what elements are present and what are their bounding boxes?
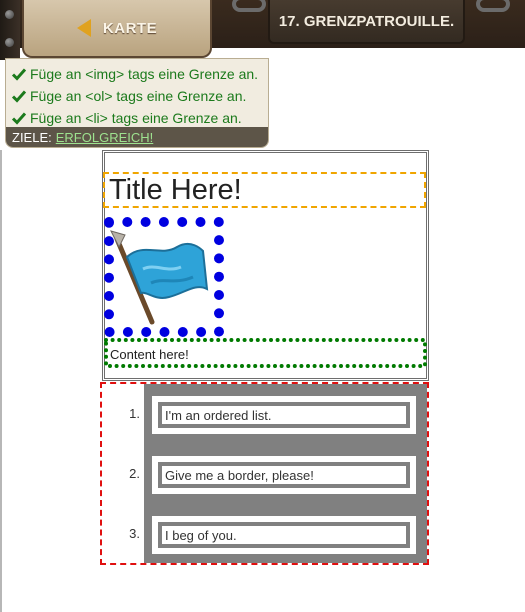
flag-image bbox=[103, 217, 227, 337]
list-item-text: Give me a border, please! bbox=[162, 466, 406, 484]
frame-left-edge bbox=[0, 0, 20, 60]
rivet-icon bbox=[5, 38, 14, 47]
map-button-label: KARTE bbox=[102, 19, 158, 37]
page-title: Title Here! bbox=[103, 172, 426, 208]
back-arrow-icon bbox=[76, 19, 91, 37]
chain-icon bbox=[476, 0, 510, 12]
checkmark-icon bbox=[12, 68, 26, 81]
list-item: 1. I'm an ordered list. bbox=[102, 384, 427, 444]
list-item-text: I beg of you. bbox=[162, 526, 406, 544]
scrollbar-track[interactable] bbox=[0, 150, 2, 612]
goals-footer-label: ZIELE: bbox=[12, 129, 52, 145]
goals-status-bar: ZIELE: ERFOLGREICH! bbox=[6, 127, 268, 147]
level-title-plate: 17. GRENZPATROUILLE. bbox=[268, 0, 465, 44]
list-item: 3. I beg of you. bbox=[102, 504, 427, 564]
goal-text: Füge an <img> tags eine Grenze an. bbox=[30, 66, 259, 82]
goal-item: Füge an <img> tags eine Grenze an. bbox=[6, 63, 268, 85]
checkmark-icon bbox=[12, 112, 26, 125]
rivet-icon bbox=[5, 10, 14, 19]
ordered-list: 1. I'm an ordered list. 2. Give me a bor… bbox=[100, 382, 429, 565]
content-text: Content here! bbox=[110, 347, 189, 362]
goal-item: Füge an <ol> tags eine Grenze an. bbox=[6, 85, 268, 107]
list-item-number: 3. bbox=[129, 526, 140, 541]
list-item-number: 2. bbox=[129, 466, 140, 481]
list-item-box: I'm an ordered list. bbox=[152, 396, 416, 434]
map-button[interactable]: KARTE bbox=[22, 0, 212, 58]
preview-page: Title Here! Content here! bbox=[102, 150, 429, 381]
goal-text: Füge an <ol> tags eine Grenze an. bbox=[30, 88, 247, 104]
list-item-number: 1. bbox=[129, 406, 140, 421]
checkmark-icon bbox=[12, 90, 26, 103]
chain-icon bbox=[232, 0, 266, 12]
goals-panel: Füge an <img> tags eine Grenze an. Füge … bbox=[5, 58, 269, 148]
blue-flag-icon bbox=[104, 217, 224, 337]
list-item: 2. Give me a border, please! bbox=[102, 444, 427, 504]
list-item-box: I beg of you. bbox=[152, 516, 416, 554]
level-title: 17. GRENZPATROUILLE. bbox=[278, 12, 455, 30]
goal-text: Füge an <li> tags eine Grenze an. bbox=[30, 110, 242, 126]
list-item-box: Give me a border, please! bbox=[152, 456, 416, 494]
list-item-text: I'm an ordered list. bbox=[162, 406, 406, 424]
goal-item: Füge an <li> tags eine Grenze an. bbox=[6, 107, 268, 129]
goals-status[interactable]: ERFOLGREICH! bbox=[56, 130, 154, 145]
